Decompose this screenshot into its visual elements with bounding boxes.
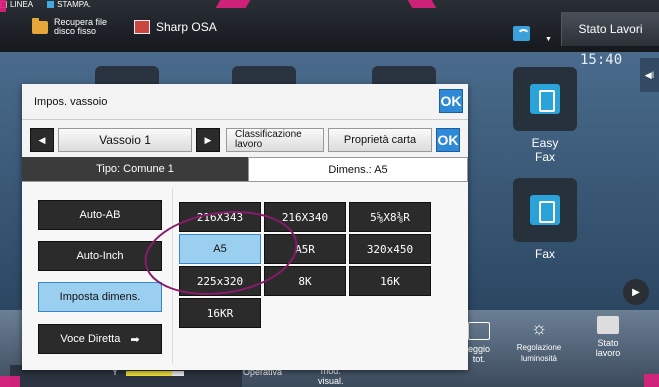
recupera-file-shortcut[interactable]: Recupera file disco fisso <box>32 17 107 36</box>
voce-diretta-label: Voce Diretta <box>60 333 121 345</box>
auto-inch-button[interactable]: Auto-Inch <box>38 241 162 271</box>
tab-tipo[interactable]: Tipo: Comune 1 <box>22 157 248 181</box>
stato-lavori-button[interactable]: Stato Lavori <box>561 12 659 46</box>
next-page-button[interactable]: ▶ <box>623 279 649 305</box>
printer-icon <box>597 316 619 334</box>
size-320x450-button[interactable]: 320x450 <box>349 234 431 264</box>
arrow-right-icon: ➡ <box>130 333 140 346</box>
size-5-5x8-5r-button[interactable]: 5⅝X8⅜R <box>349 202 431 232</box>
side-panel-toggle[interactable]: ◀I <box>640 58 659 92</box>
fax-tile[interactable] <box>513 178 577 242</box>
ok-button[interactable]: OK <box>439 89 463 113</box>
fax-icon <box>530 195 560 225</box>
conteggio-button[interactable]: eggio tot. <box>468 322 490 364</box>
fax-label: Fax <box>534 247 555 261</box>
clock: 15:40 <box>580 52 623 68</box>
classificazione-lavoro-button[interactable]: Classificazione lavoro <box>226 128 324 152</box>
sharp-osa-shortcut[interactable]: Sharp OSA <box>134 20 217 34</box>
recupera-label-2: disco fisso <box>54 26 97 36</box>
size-16k-button[interactable]: 16K <box>349 266 431 296</box>
stampa-indicator: STAMPA. <box>47 0 91 9</box>
toner-level-empty <box>172 371 184 376</box>
stato-lavoro-button[interactable]: Stato lavoro <box>586 316 630 358</box>
decor-stripe <box>0 0 6 12</box>
prev-tray-button[interactable]: ◀ <box>30 128 54 152</box>
auto-ab-button[interactable]: Auto-AB <box>38 200 162 230</box>
decor-stripe <box>0 376 20 387</box>
tray-name: Vassoio 1 <box>58 128 192 152</box>
wifi-icon[interactable] <box>513 26 530 41</box>
folder-icon <box>32 17 48 34</box>
sharp-osa-label: Sharp OSA <box>156 20 217 34</box>
imposta-dimens-button[interactable]: Imposta dimens. <box>38 282 162 312</box>
status-indicators: LINEA STAMPA. <box>0 0 659 9</box>
chevron-down-icon[interactable]: ▼ <box>545 36 552 43</box>
easy-fax-tile[interactable] <box>513 67 577 131</box>
dialog-title: Impos. vassoio <box>34 96 108 108</box>
fax-icon <box>530 84 560 114</box>
sharp-osa-icon <box>134 20 150 34</box>
easy-fax-label: Easy Fax <box>531 136 559 164</box>
decor-stripe <box>215 0 251 8</box>
next-tray-button[interactable]: ▶ <box>196 128 220 152</box>
tab-dimens[interactable]: Dimens.: A5 <box>248 157 468 181</box>
top-bar: Recupera file disco fisso Sharp OSA LINE… <box>0 0 659 52</box>
decor-stripe <box>644 374 659 387</box>
dialog-header: Impos. vassoio OK <box>22 84 468 120</box>
decor-stripe <box>407 0 437 8</box>
voce-diretta-button[interactable]: Voce Diretta ➡ <box>38 324 162 354</box>
brightness-icon: ☼ <box>530 318 548 338</box>
regolazione-luminosita-button[interactable]: ☼ Regolazione luminosità <box>510 318 568 364</box>
toner-level-bar <box>126 371 172 376</box>
dialog-tabs: Tipo: Comune 1 Dimens.: A5 <box>22 157 468 181</box>
ok-button-secondary[interactable]: OK <box>436 128 460 152</box>
proprieta-carta-button[interactable]: Proprietà carta <box>328 128 432 152</box>
counter-icon <box>468 322 491 340</box>
tray-selector-row: ◀ Vassoio 1 ▶ Classificazione lavoro Pro… <box>30 128 462 152</box>
size-16kr-button[interactable]: 16KR <box>179 298 261 328</box>
